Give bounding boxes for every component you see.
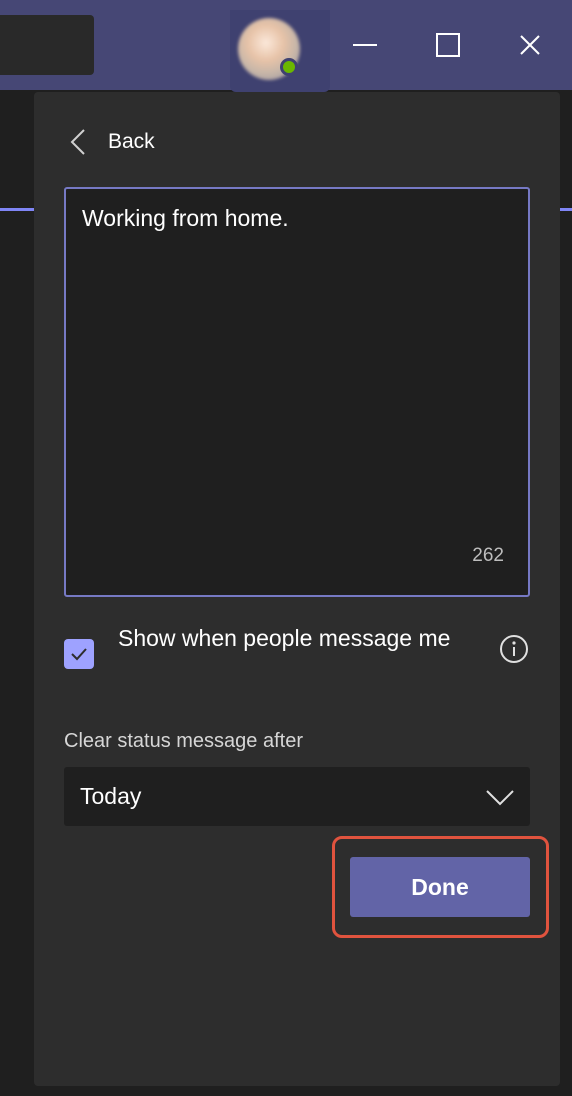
info-icon[interactable] — [498, 633, 530, 665]
background-right — [560, 90, 572, 1096]
minimize-icon — [353, 44, 377, 46]
maximize-icon — [436, 33, 460, 57]
done-button[interactable]: Done — [350, 857, 530, 917]
accent-divider — [0, 208, 34, 211]
status-message-text[interactable]: Working from home. — [82, 205, 289, 232]
search-input[interactable] — [0, 15, 94, 75]
back-label: Back — [108, 130, 155, 153]
clear-after-label: Clear status message after — [64, 730, 303, 752]
minimize-button[interactable] — [340, 20, 390, 70]
close-icon — [520, 35, 540, 55]
show-when-message-label: Show when people message me — [118, 625, 451, 651]
chevron-left-icon — [70, 129, 85, 155]
status-message-panel: Back Working from home. 262 Show when pe… — [34, 92, 560, 1086]
presence-available-icon — [280, 58, 298, 76]
show-when-message-option: Show when people message me — [64, 617, 530, 697]
show-when-message-checkbox[interactable] — [64, 639, 94, 669]
checkmark-icon — [71, 648, 87, 661]
background-left — [0, 90, 34, 1096]
accent-divider — [560, 208, 572, 211]
back-button[interactable]: Back — [66, 124, 155, 160]
maximize-button[interactable] — [423, 20, 473, 70]
profile-button[interactable] — [230, 10, 330, 92]
title-bar — [0, 0, 572, 92]
clear-after-value: Today — [80, 783, 142, 809]
close-button[interactable] — [505, 20, 555, 70]
chevron-down-icon — [486, 790, 514, 806]
status-message-input[interactable]: Working from home. 262 — [64, 187, 530, 597]
character-count: 262 — [472, 545, 504, 566]
clear-after-dropdown[interactable]: Today — [64, 767, 530, 826]
